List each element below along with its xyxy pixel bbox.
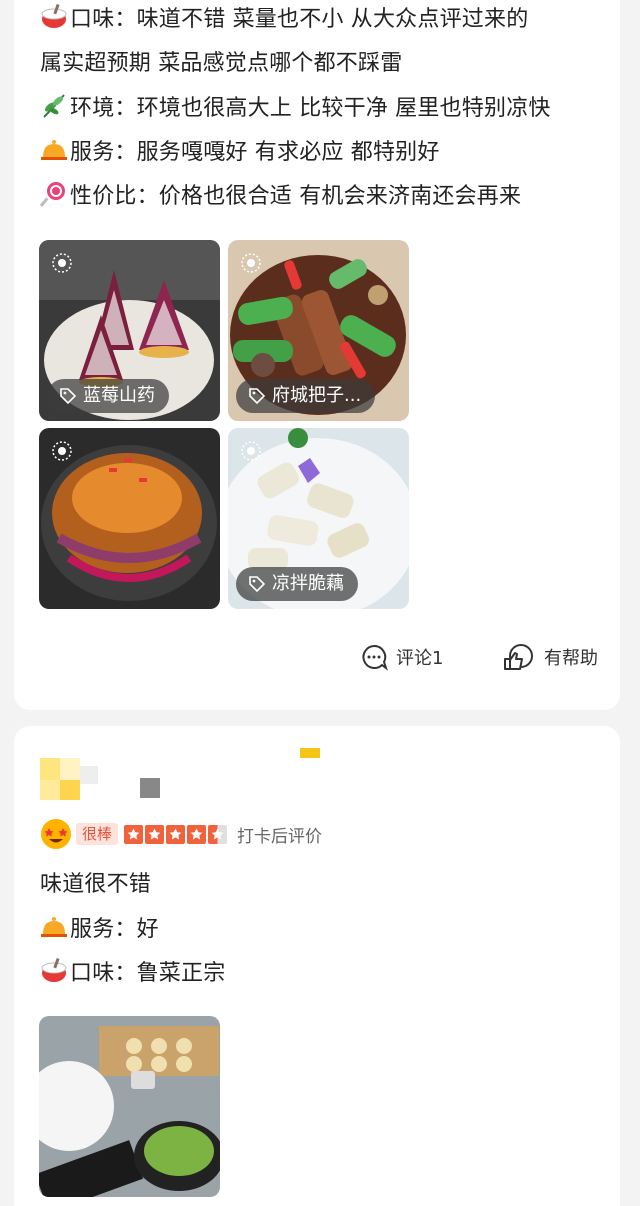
user-badge — [300, 748, 320, 758]
live-photo-icon — [241, 441, 261, 461]
star-icon — [124, 824, 144, 844]
review-photo[interactable] — [39, 1016, 220, 1197]
rating-note: 打卡后评价 — [237, 826, 323, 847]
review-card-1: 口味：味道不错 菜量也不小 从大众点评过来的 属实超预期 菜品感觉点哪个都不踩雷… — [14, 0, 620, 710]
review-line-text: 口味：味道不错 菜量也不小 从大众点评过来的 — [70, 7, 529, 32]
dish-tag-label: 蓝莓山药 — [83, 385, 155, 406]
live-photo-icon — [52, 441, 72, 461]
dish-tag-label: 府城把子... — [272, 385, 362, 406]
rice-bowl-icon — [40, 3, 68, 30]
helpful-label: 有帮助 — [544, 648, 598, 669]
live-photo-icon — [52, 253, 72, 273]
review-text-line: 服务：好 — [40, 914, 159, 945]
service-bell-icon — [40, 137, 68, 163]
tag-icon — [249, 388, 266, 405]
review-photo[interactable]: 凉拌脆藕 — [228, 428, 409, 609]
dish-tag[interactable]: 蓝莓山药 — [47, 379, 169, 413]
helpful-button[interactable]: 有帮助 — [502, 642, 598, 672]
star-icon — [166, 824, 186, 844]
review-photo[interactable]: 府城把子... — [228, 240, 409, 421]
dish-tag[interactable]: 府城把子... — [236, 379, 376, 413]
herb-icon — [40, 93, 68, 119]
service-bell-icon — [40, 914, 68, 940]
tag-icon — [60, 388, 77, 405]
review-text-line: 口味：鲁菜正宗 — [40, 957, 226, 989]
dish-tag-label: 凉拌脆藕 — [272, 573, 344, 594]
review-text-line: 性价比：价格也很合适 有机会来济南还会再来 — [39, 181, 522, 212]
review-photo[interactable]: 蓝莓山药 — [39, 240, 220, 421]
lollipop-icon — [39, 181, 68, 207]
review-line-text: 口味：鲁菜正宗 — [70, 961, 226, 986]
review-line-text: 味道很不错 — [40, 872, 152, 897]
star-icon — [208, 824, 228, 844]
review-text-line: 服务：服务嘎嘎好 有求必应 都特别好 — [40, 137, 440, 168]
review-line-text: 属实超预期 菜品感觉点哪个都不踩雷 — [40, 51, 403, 76]
tag-icon — [249, 576, 266, 593]
avatar[interactable] — [40, 758, 104, 802]
thumbs-up-icon — [504, 644, 533, 670]
review-text-line: 口味：味道不错 菜量也不小 从大众点评过来的 — [40, 3, 529, 35]
review-text-line: 环境：环境也很高大上 比较干净 屋里也特别凉快 — [40, 93, 551, 124]
review-line-text: 服务：好 — [70, 917, 159, 942]
comment-button[interactable]: 评论1 — [360, 642, 443, 672]
star-rating — [124, 824, 229, 844]
review-photo[interactable] — [39, 428, 220, 609]
review-card-2: 很棒 打卡后评价 味道很不错 服务：好 口味：鲁菜正宗 — [14, 726, 620, 1206]
review-text-line: 味道很不错 — [40, 870, 151, 900]
rating-word-badge: 很棒 — [76, 823, 119, 845]
star-icon — [145, 824, 165, 844]
star-icon — [187, 824, 207, 844]
comment-count-label: 评论1 — [396, 648, 444, 669]
live-photo-icon — [241, 253, 261, 273]
star-eyes-emoji-icon — [41, 819, 71, 849]
dish-tag[interactable]: 凉拌脆藕 — [236, 567, 358, 601]
review-line-text: 性价比：价格也很合适 有机会来济南还会再来 — [70, 184, 522, 209]
rating-row: 很棒 打卡后评价 — [40, 818, 322, 850]
rice-bowl-icon — [40, 957, 68, 984]
username-masked — [140, 778, 160, 798]
review-line-text: 环境：环境也很高大上 比较干净 屋里也特别凉快 — [70, 96, 551, 121]
review-line-text: 服务：服务嘎嘎好 有求必应 都特别好 — [70, 140, 440, 165]
review-text-line: 属实超预期 菜品感觉点哪个都不踩雷 — [40, 49, 402, 79]
comment-icon — [362, 644, 388, 671]
